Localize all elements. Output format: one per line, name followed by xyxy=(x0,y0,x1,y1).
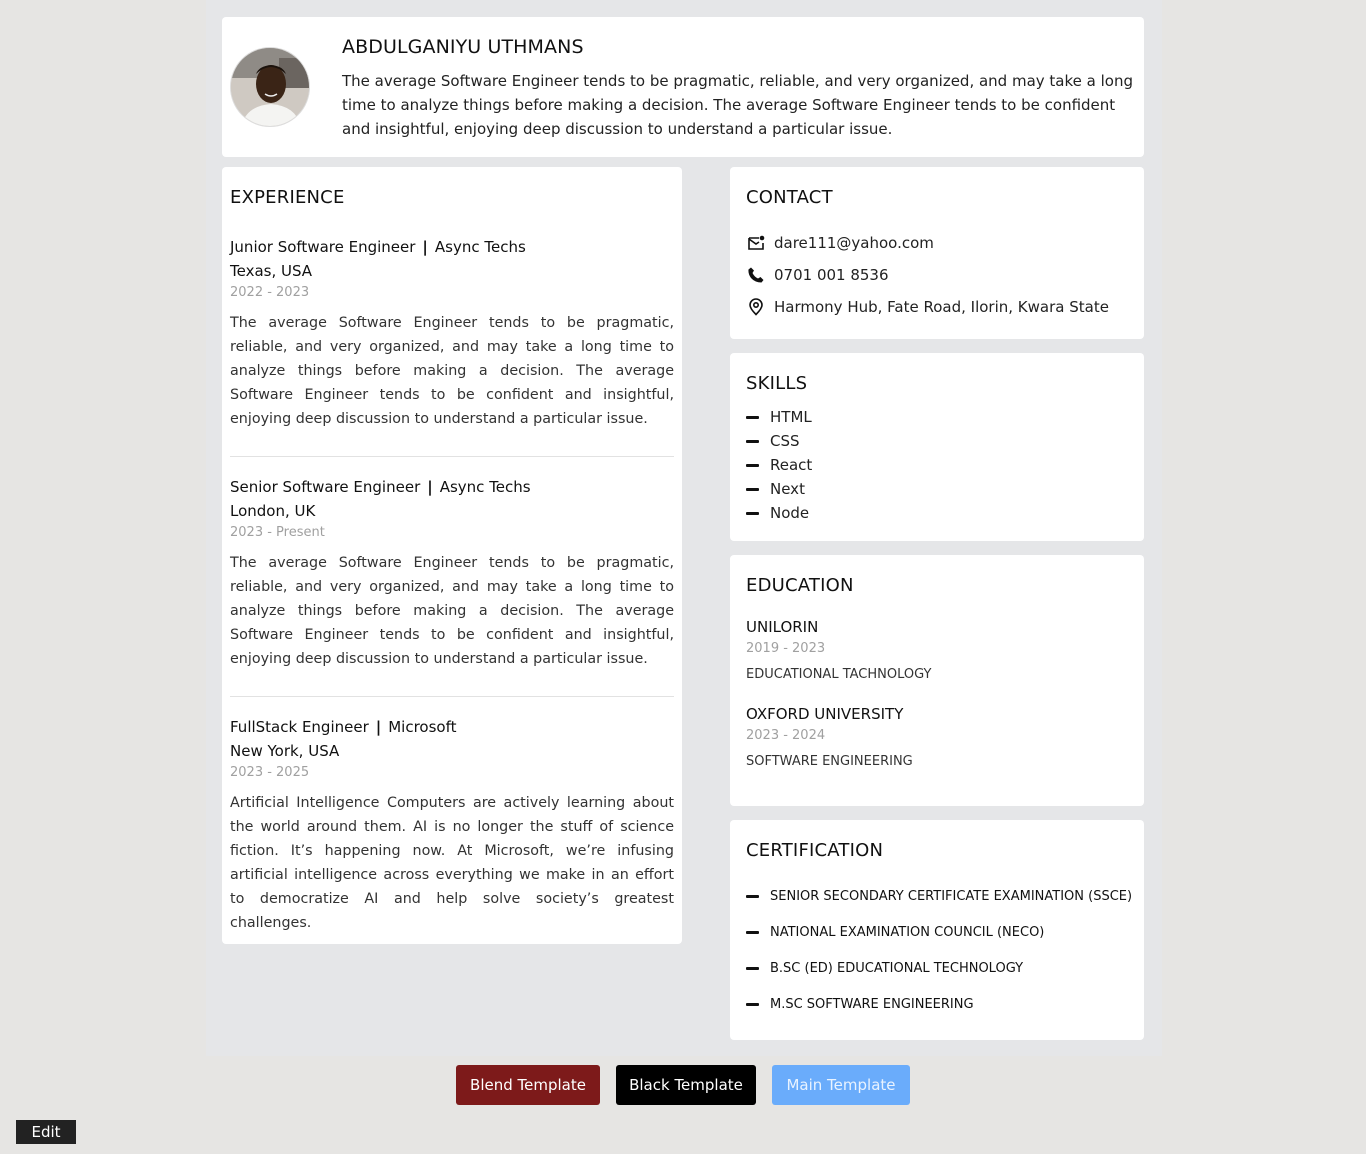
experience-dates: 2023 - 2025 xyxy=(230,765,310,780)
certification-label: B.SC (ED) EDUCATIONAL TECHNOLOGY xyxy=(770,960,1024,976)
dash-icon xyxy=(746,415,759,419)
dash-icon xyxy=(746,930,759,934)
dash-icon xyxy=(746,439,759,443)
phone-icon xyxy=(746,265,766,285)
certification-item: NATIONAL EXAMINATION COUNCIL (NECO) xyxy=(746,914,1132,950)
education-item: OXFORD UNIVERSITY 2023 - 2024 SOFTWARE E… xyxy=(746,702,1126,772)
profile-summary: The average Software Engineer tends to b… xyxy=(342,72,1133,138)
experience-item: Junior Software Engineer | Async Techs Tex… xyxy=(230,235,674,457)
experience-list: Junior Software Engineer | Async Techs Tex… xyxy=(230,235,674,960)
contact-email[interactable]: dare111@yahoo.com xyxy=(774,234,934,252)
education-course: EDUCATIONAL TACHNOLOGY xyxy=(746,667,932,682)
experience-dates: 2023 - Present xyxy=(230,525,325,540)
certification-card: CERTIFICATION SENIOR SECONDARY CERTIFICA… xyxy=(730,820,1144,1040)
contact-phone-row: 0701 001 8536 xyxy=(746,259,1109,291)
skills-list: HTML CSS React Next Node xyxy=(746,405,812,525)
edit-button[interactable]: Edit xyxy=(16,1120,76,1144)
certification-item: SENIOR SECONDARY CERTIFICATE EXAMINATION… xyxy=(746,878,1132,914)
certification-item: M.SC SOFTWARE ENGINEERING xyxy=(746,986,1132,1022)
contact-phone[interactable]: 0701 001 8536 xyxy=(774,266,889,284)
black-template-button[interactable]: Black Template xyxy=(616,1065,756,1105)
certification-label: SENIOR SECONDARY CERTIFICATE EXAMINATION… xyxy=(770,888,1133,904)
experience-dates: 2022 - 2023 xyxy=(230,285,310,300)
certification-label: NATIONAL EXAMINATION COUNCIL (NECO) xyxy=(770,924,1045,940)
experience-heading: FullStack Engineer | Microsoft xyxy=(230,715,674,739)
experience-description: The average Software Engineer tends to b… xyxy=(230,555,674,667)
experience-title: EXPERIENCE xyxy=(230,187,345,208)
contact-address: Harmony Hub, Fate Road, Ilorin, Kwara St… xyxy=(774,298,1109,316)
certification-label: M.SC SOFTWARE ENGINEERING xyxy=(770,996,974,1012)
experience-item: Senior Software Engineer | Async Techs Lon… xyxy=(230,475,674,697)
education-school: OXFORD UNIVERSITY xyxy=(746,705,904,723)
location-pin-icon xyxy=(746,297,766,317)
skill-item: Node xyxy=(746,501,812,525)
mail-icon xyxy=(746,233,766,253)
education-dates: 2023 - 2024 xyxy=(746,728,826,743)
experience-separator: | xyxy=(427,478,433,496)
education-course: SOFTWARE ENGINEERING xyxy=(746,754,913,769)
skills-title: SKILLS xyxy=(746,373,808,394)
experience-item: FullStack Engineer | Microsoft New York, U… xyxy=(230,715,674,960)
education-list: UNILORIN 2019 - 2023 EDUCATIONAL TACHNOL… xyxy=(746,615,1126,789)
certification-title: CERTIFICATION xyxy=(746,840,884,861)
experience-role: FullStack Engineer xyxy=(230,718,369,736)
certification-item: B.SC (ED) EDUCATIONAL TECHNOLOGY xyxy=(746,950,1132,986)
skill-item: Next xyxy=(746,477,812,501)
skill-label: React xyxy=(770,456,813,474)
contact-address-row: Harmony Hub, Fate Road, Ilorin, Kwara St… xyxy=(746,291,1109,323)
skill-label: HTML xyxy=(770,408,812,426)
contact-title: CONTACT xyxy=(746,187,833,208)
dash-icon xyxy=(746,463,759,467)
skill-label: Node xyxy=(770,504,810,522)
skill-label: Next xyxy=(770,480,805,498)
experience-description: Artificial Intelligence Computers are ac… xyxy=(230,795,674,931)
dash-icon xyxy=(746,894,759,898)
blend-template-button[interactable]: Blend Template xyxy=(456,1065,600,1105)
experience-separator: | xyxy=(375,718,382,736)
education-dates: 2019 - 2023 xyxy=(746,641,826,656)
experience-location: New York, USA xyxy=(230,742,340,760)
profile-header-card: ABDULGANIYU UTHMANS The average Software… xyxy=(222,17,1144,157)
skills-card: SKILLS HTML CSS React Next Node xyxy=(730,353,1144,541)
experience-card: EXPERIENCE Junior Software Engineer | Asyn… xyxy=(222,167,682,944)
experience-role: Junior Software Engineer xyxy=(230,238,416,256)
profile-name: ABDULGANIYU UTHMANS xyxy=(342,36,584,58)
resume-sheet: ABDULGANIYU UTHMANS The average Software… xyxy=(206,0,1162,1056)
avatar xyxy=(230,47,310,127)
experience-company: Async Techs xyxy=(439,478,531,496)
dash-icon xyxy=(746,487,759,491)
contact-email-row: dare111@yahoo.com xyxy=(746,227,1109,259)
dash-icon xyxy=(746,511,759,515)
dash-icon xyxy=(746,1002,759,1006)
experience-company: Async Techs xyxy=(434,238,526,256)
skill-label: CSS xyxy=(770,432,800,450)
contact-list: dare111@yahoo.com 0701 001 8536 Harmony … xyxy=(746,227,1109,323)
dash-icon xyxy=(746,966,759,970)
education-card: EDUCATION UNILORIN 2019 - 2023 EDUCATION… xyxy=(730,555,1144,806)
education-school: UNILORIN xyxy=(746,618,819,636)
experience-separator: | xyxy=(422,238,428,256)
experience-heading: Junior Software Engineer | Async Techs xyxy=(230,235,674,259)
experience-company: Microsoft xyxy=(388,718,457,736)
experience-description: The average Software Engineer tends to b… xyxy=(230,315,674,427)
skill-item: HTML xyxy=(746,405,812,429)
profile-photo xyxy=(231,48,309,126)
experience-location: Texas, USA xyxy=(230,262,313,280)
main-template-button[interactable]: Main Template xyxy=(772,1065,910,1105)
experience-role: Senior Software Engineer xyxy=(230,478,421,496)
contact-card: CONTACT dare111@yahoo.com 0701 001 8536 … xyxy=(730,167,1144,339)
certification-list: SENIOR SECONDARY CERTIFICATE EXAMINATION… xyxy=(746,878,1132,1022)
skill-item: React xyxy=(746,453,812,477)
education-item: UNILORIN 2019 - 2023 EDUCATIONAL TACHNOL… xyxy=(746,615,1126,685)
experience-location: London, UK xyxy=(230,502,316,520)
experience-heading: Senior Software Engineer | Async Techs xyxy=(230,475,674,499)
education-title: EDUCATION xyxy=(746,575,854,596)
skill-item: CSS xyxy=(746,429,812,453)
